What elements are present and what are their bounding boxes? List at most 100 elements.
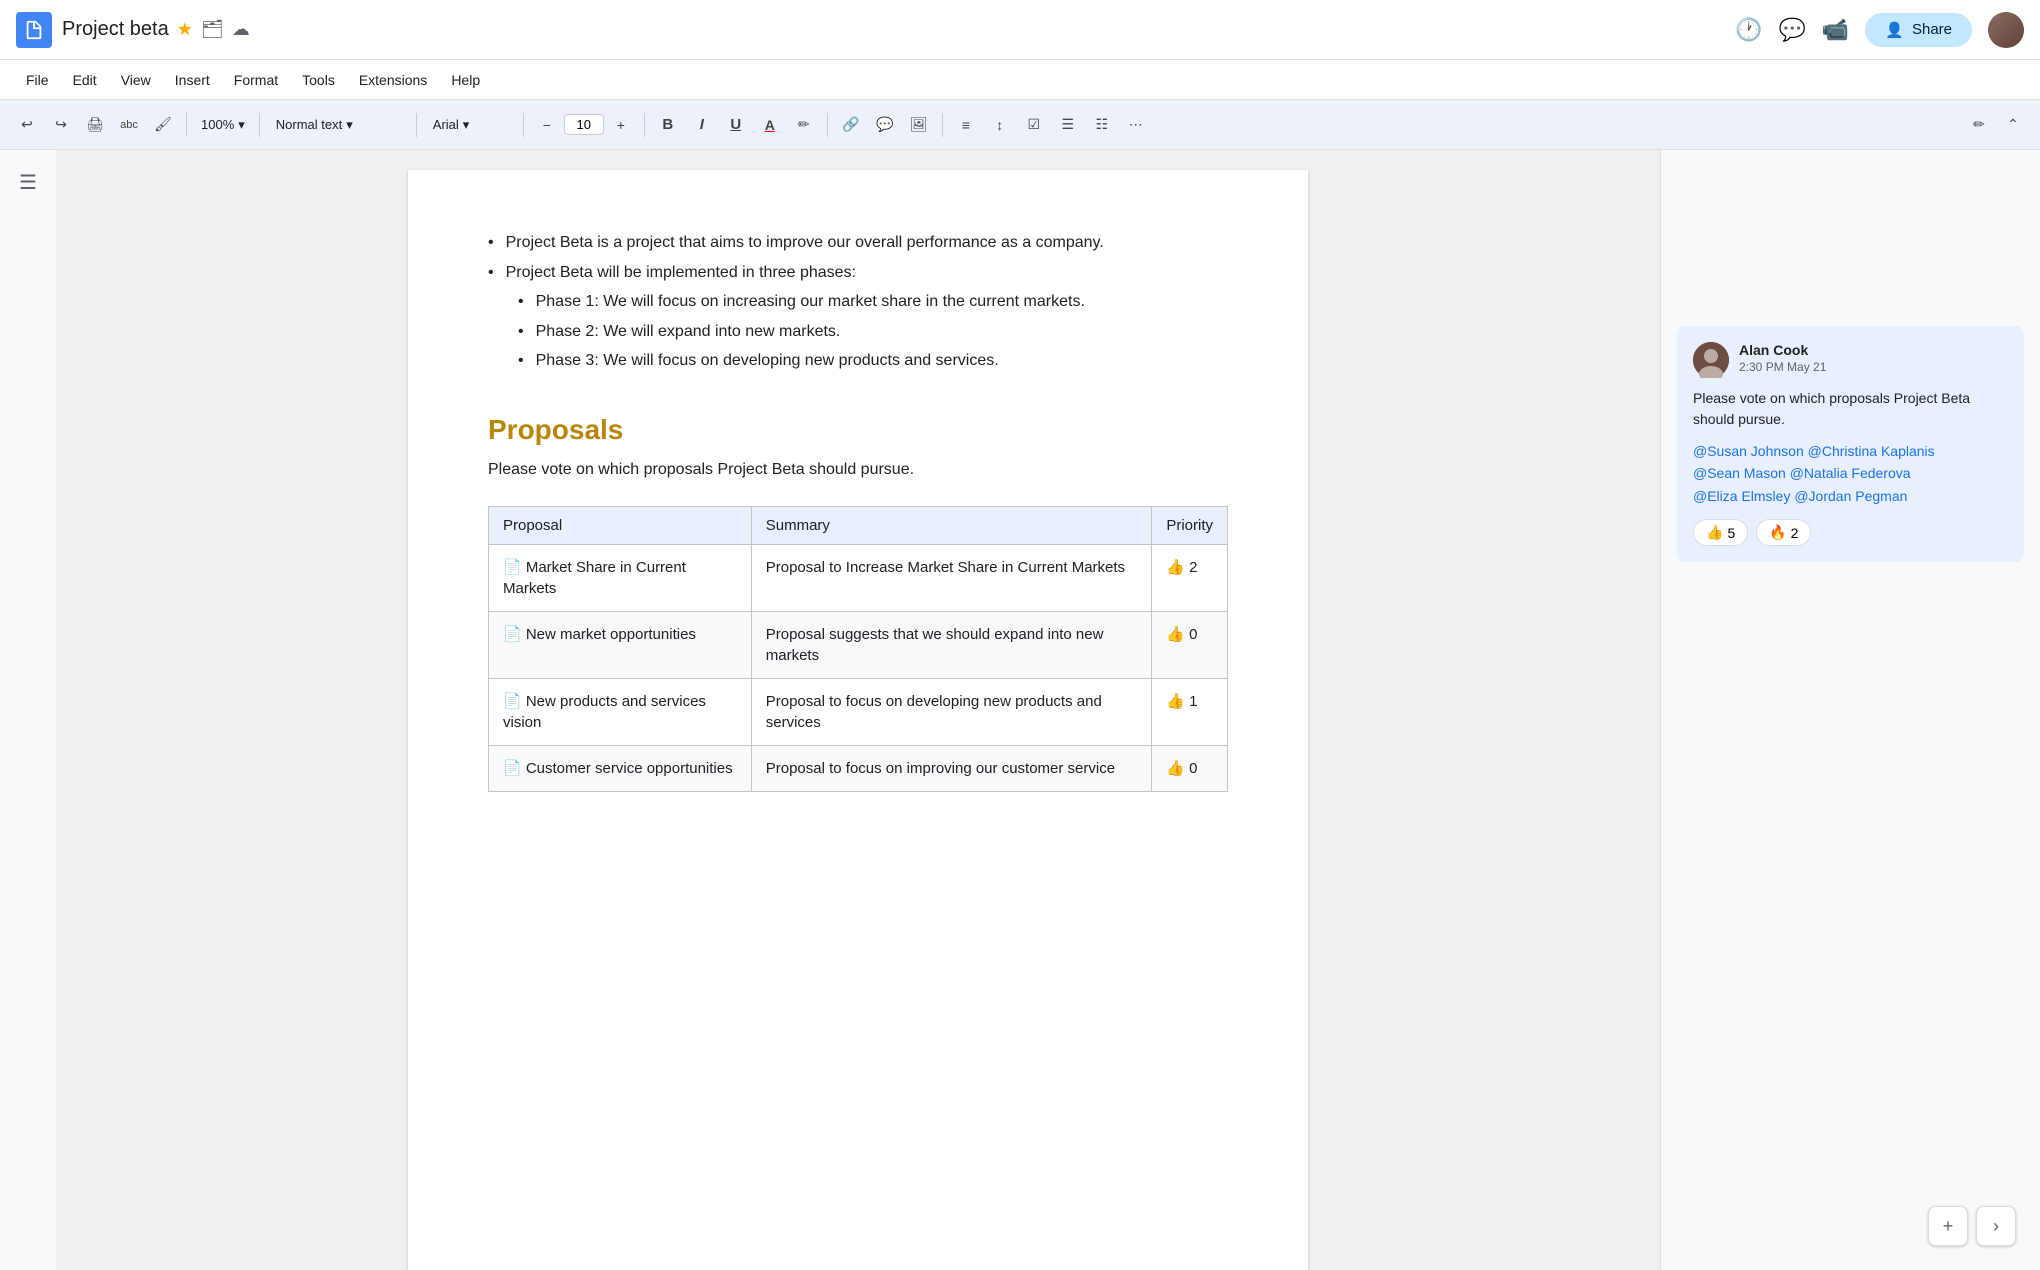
doc-icon [16, 12, 52, 48]
row1-priority: 👍 2 [1152, 544, 1228, 611]
link-button[interactable]: 🔗 [836, 110, 866, 140]
highlight-button[interactable]: ✏ [789, 110, 819, 140]
col-header-priority: Priority [1152, 506, 1228, 544]
table-row: 📄 New market opportunities Proposal sugg… [489, 611, 1228, 678]
sub-bullet-marker-1: • [518, 289, 524, 315]
bullet-text-2: Project Beta will be implemented in thre… [506, 260, 856, 286]
menu-help[interactable]: Help [441, 68, 490, 92]
right-panel: Alan Cook 2:30 PM May 21 Please vote on … [1660, 150, 2040, 1270]
chevron-right-icon: › [1993, 1216, 1999, 1237]
sub-bullet-3: • Phase 3: We will focus on developing n… [518, 348, 1228, 374]
comment-body: Please vote on which proposals Project B… [1693, 388, 2008, 430]
sub-bullets: • Phase 1: We will focus on increasing o… [488, 289, 1228, 374]
font-size-minus-button[interactable]: − [532, 110, 562, 140]
divider-5 [644, 113, 645, 137]
mention-sean[interactable]: @Sean Mason [1693, 465, 1786, 481]
style-value: Normal text [276, 117, 342, 132]
comment-icon[interactable]: 💬 [1778, 17, 1805, 43]
spellcheck-button[interactable]: abc [114, 110, 144, 140]
line-spacing-button[interactable]: ↕ [985, 110, 1015, 140]
fire-emoji: 🔥 [1769, 524, 1786, 541]
table-row: 📄 Market Share in Current Markets Propos… [489, 544, 1228, 611]
menu-bar: File Edit View Insert Format Tools Exten… [0, 60, 2040, 100]
more-options-button[interactable]: ⋯ [1121, 110, 1151, 140]
row4-summary: Proposal to focus on improving our custo… [751, 745, 1152, 791]
comment-mentions: @Susan Johnson @Christina Kaplanis @Sean… [1693, 440, 2008, 507]
avatar[interactable] [1988, 12, 2024, 48]
history-icon[interactable]: 🕐 [1735, 17, 1762, 43]
menu-view[interactable]: View [111, 68, 161, 92]
table-row: 📄 New products and services vision Propo… [489, 678, 1228, 745]
bullet-list-button[interactable]: ☰ [1053, 110, 1083, 140]
style-arrow-icon: ▾ [346, 117, 353, 133]
mention-eliza[interactable]: @Eliza Elmsley [1693, 488, 1790, 504]
row1-proposal: 📄 Market Share in Current Markets [489, 544, 752, 611]
paint-format-button[interactable]: 🖌 [148, 110, 178, 140]
comment-reactions: 👍 5 🔥 2 [1693, 519, 2008, 546]
divider-7 [942, 113, 943, 137]
mention-christina[interactable]: @Christina Kaplanis [1808, 443, 1935, 459]
insert-image-button[interactable]: 🖼 [904, 110, 934, 140]
share-button[interactable]: 👤 Share [1865, 13, 1972, 47]
edit-pen-button[interactable]: ✏ [1964, 110, 1994, 140]
zoom-select[interactable]: 100% ▾ [195, 115, 251, 135]
insert-comment-button[interactable]: 💬 [870, 110, 900, 140]
doc-area: • Project Beta is a project that aims to… [56, 150, 1660, 1270]
row4-priority: 👍 0 [1152, 745, 1228, 791]
align-button[interactable]: ≡ [951, 110, 981, 140]
expand-fab[interactable]: › [1976, 1206, 2016, 1246]
folder-icon[interactable]: 🗂 [201, 19, 224, 40]
star-icon[interactable]: ★ [177, 19, 193, 40]
menu-format[interactable]: Format [224, 68, 288, 92]
font-select[interactable]: Arial ▾ [425, 115, 515, 135]
undo-button[interactable]: ↩ [12, 110, 42, 140]
title-section: Project beta ★ 🗂 ☁ [62, 18, 1735, 41]
bold-button[interactable]: B [653, 110, 683, 140]
zoom-value: 100% [201, 117, 234, 132]
font-size-plus-button[interactable]: + [606, 110, 636, 140]
checklist-button[interactable]: ☑ [1019, 110, 1049, 140]
reaction-fire[interactable]: 🔥 2 [1756, 519, 1811, 546]
thumbsup-emoji: 👍 [1706, 524, 1723, 541]
font-size-group: − 10 + [532, 110, 636, 140]
title-right: 🕐 💬 📹 👤 Share [1735, 12, 2024, 48]
sub-bullet-text-1: Phase 1: We will focus on increasing our… [536, 289, 1085, 315]
title-bar: Project beta ★ 🗂 ☁ 🕐 💬 📹 👤 Share [0, 0, 2040, 60]
underline-button[interactable]: U [721, 110, 751, 140]
comment-avatar [1693, 342, 1729, 378]
menu-edit[interactable]: Edit [63, 68, 107, 92]
doc-title[interactable]: Project beta [62, 18, 169, 41]
menu-extensions[interactable]: Extensions [349, 68, 437, 92]
mention-jordan[interactable]: @Jordan Pegman [1794, 488, 1907, 504]
font-size-box[interactable]: 10 [564, 114, 604, 135]
menu-tools[interactable]: Tools [292, 68, 345, 92]
collapse-button[interactable]: ⌃ [1998, 110, 2028, 140]
cloud-icon[interactable]: ☁ [232, 19, 250, 40]
menu-insert[interactable]: Insert [165, 68, 220, 92]
sub-bullet-text-2: Phase 2: We will expand into new markets… [536, 319, 841, 345]
reaction-thumbsup[interactable]: 👍 5 [1693, 519, 1748, 546]
bullet-text-1: Project Beta is a project that aims to i… [506, 230, 1104, 256]
outline-icon[interactable]: ☰ [19, 170, 37, 195]
intro-bullets: • Project Beta is a project that aims to… [488, 230, 1228, 374]
add-comment-fab[interactable]: + [1928, 1206, 1968, 1246]
col-header-proposal: Proposal [489, 506, 752, 544]
main-area: ☰ • Project Beta is a project that aims … [0, 150, 2040, 1270]
numbered-list-button[interactable]: ☷ [1087, 110, 1117, 140]
table-header-row: Proposal Summary Priority [489, 506, 1228, 544]
sub-bullet-1: • Phase 1: We will focus on increasing o… [518, 289, 1228, 315]
italic-button[interactable]: I [687, 110, 717, 140]
menu-file[interactable]: File [16, 68, 59, 92]
video-icon[interactable]: 📹 [1822, 17, 1849, 43]
row2-proposal: 📄 New market opportunities [489, 611, 752, 678]
toolbar: ↩ ↪ 🖨 abc 🖌 100% ▾ Normal text ▾ Arial ▾… [0, 100, 2040, 150]
font-value: Arial [433, 117, 459, 132]
divider-4 [523, 113, 524, 137]
mention-natalia[interactable]: @Natalia Federova [1790, 465, 1911, 481]
style-select[interactable]: Normal text ▾ [268, 115, 408, 135]
mention-susan[interactable]: @Susan Johnson [1693, 443, 1804, 459]
row4-proposal: 📄 Customer service opportunities [489, 745, 752, 791]
text-color-button[interactable]: A [755, 110, 785, 140]
redo-button[interactable]: ↪ [46, 110, 76, 140]
print-button[interactable]: 🖨 [80, 110, 110, 140]
